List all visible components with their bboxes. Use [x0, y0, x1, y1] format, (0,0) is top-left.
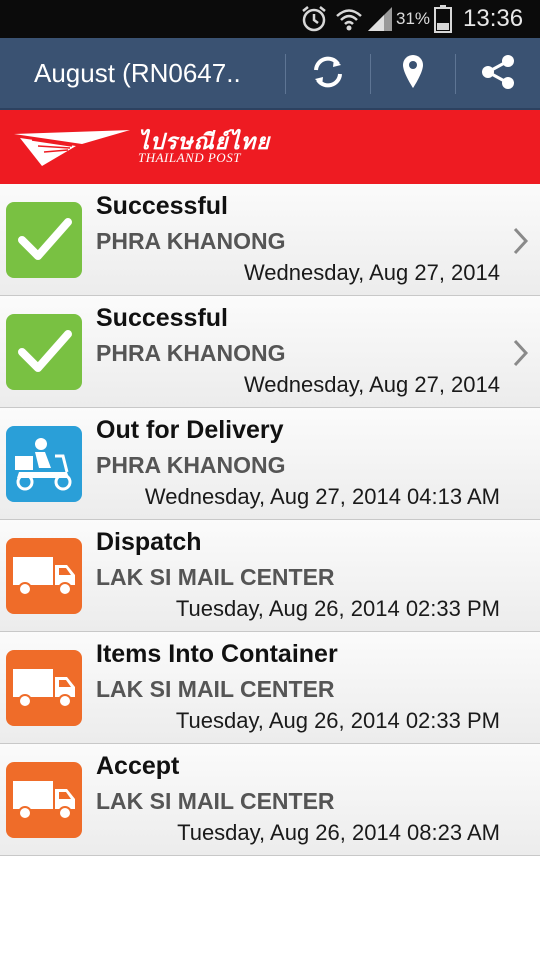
tracking-event-row[interactable]: Out for Delivery PHRA KHANONG Wednesday,… [0, 408, 540, 520]
status-tile [6, 762, 82, 838]
event-location: LAK SI MAIL CENTER [96, 788, 335, 814]
check-icon [14, 210, 74, 270]
status-tile [6, 538, 82, 614]
brand-name-english: THAILAND POST [138, 150, 241, 165]
event-datetime: Wednesday, Aug 27, 2014 04:13 AM [144, 484, 500, 509]
tracking-event-row[interactable]: Accept LAK SI MAIL CENTER Tuesday, Aug 2… [0, 744, 540, 856]
status-tile [6, 202, 82, 278]
tracking-event-row[interactable]: Successful PHRA KHANONG Wednesday, Aug 2… [0, 296, 540, 408]
tracking-event-row[interactable]: Dispatch LAK SI MAIL CENTER Tuesday, Aug… [0, 520, 540, 632]
status-bar: 31% 13:36 [0, 0, 540, 38]
event-datetime: Tuesday, Aug 26, 2014 02:33 PM [175, 596, 500, 621]
clock-time: 13:36 [463, 5, 524, 32]
check-icon [14, 322, 74, 382]
tracking-event-list: Successful PHRA KHANONG Wednesday, Aug 2… [0, 184, 540, 856]
location-button[interactable] [371, 38, 455, 110]
status-tile [6, 650, 82, 726]
wifi-icon [334, 4, 364, 39]
chevron-right-icon[interactable] [512, 226, 530, 261]
event-datetime: Tuesday, Aug 26, 2014 02:33 PM [175, 708, 500, 733]
scooter-icon [11, 434, 77, 494]
action-bar: August (RN0647.. [0, 38, 540, 110]
refresh-icon [308, 52, 348, 97]
event-location: PHRA KHANONG [96, 340, 286, 366]
battery-icon [434, 4, 452, 39]
page-title[interactable]: August (RN0647.. [34, 58, 241, 89]
event-status: Successful [96, 304, 229, 332]
event-location: PHRA KHANONG [96, 228, 286, 254]
signal-icon [366, 4, 394, 39]
event-status: Accept [96, 752, 180, 780]
status-tile [6, 314, 82, 390]
event-datetime: Wednesday, Aug 27, 2014 [243, 372, 500, 397]
tracking-event-row[interactable]: Successful PHRA KHANONG Wednesday, Aug 2… [0, 184, 540, 296]
truck-icon [11, 775, 77, 825]
event-status: Successful [96, 192, 229, 220]
event-location: PHRA KHANONG [96, 452, 286, 478]
truck-icon [11, 551, 77, 601]
thailand-post-logo-icon [12, 126, 132, 175]
event-location: LAK SI MAIL CENTER [96, 564, 335, 590]
event-location: LAK SI MAIL CENTER [96, 676, 335, 702]
thailand-post-banner: ไปรษณีย์ไทย THAILAND POST [0, 110, 540, 184]
event-status: Dispatch [96, 528, 202, 556]
tracking-event-row[interactable]: Items Into Container LAK SI MAIL CENTER … [0, 632, 540, 744]
event-status: Items Into Container [96, 640, 338, 668]
alarm-icon [300, 4, 328, 39]
chevron-right-icon[interactable] [512, 338, 530, 373]
refresh-button[interactable] [286, 38, 370, 110]
battery-percent: 31% [396, 9, 431, 28]
event-datetime: Wednesday, Aug 27, 2014 [243, 260, 500, 285]
status-tile [6, 426, 82, 502]
share-icon [478, 52, 518, 97]
event-status: Out for Delivery [96, 416, 284, 444]
event-datetime: Tuesday, Aug 26, 2014 08:23 AM [177, 820, 500, 845]
share-button[interactable] [456, 38, 540, 110]
location-pin-icon [398, 52, 428, 97]
truck-icon [11, 663, 77, 713]
